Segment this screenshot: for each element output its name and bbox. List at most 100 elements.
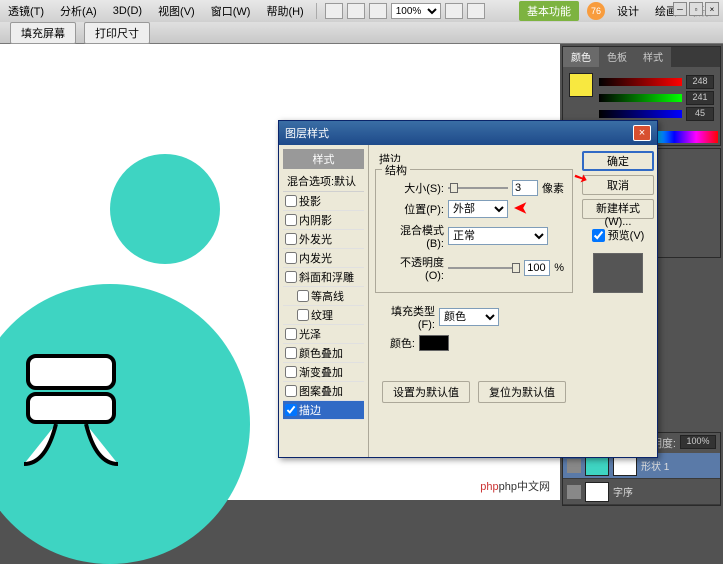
menu-lens[interactable]: 透镜(T) [4, 1, 48, 21]
checkbox[interactable] [592, 229, 605, 242]
checkbox[interactable] [285, 271, 297, 283]
tab-swatch[interactable]: 色板 [599, 47, 635, 67]
style-texture[interactable]: 纹理 [283, 306, 364, 325]
tab-color[interactable]: 颜色 [563, 47, 599, 67]
tab-style[interactable]: 样式 [635, 47, 671, 67]
watermark: phpphp中文网 [474, 476, 556, 496]
preview-checkbox[interactable]: 预览(V) [592, 227, 645, 243]
menu-analyze[interactable]: 分析(A) [56, 1, 101, 21]
tool-icon-1[interactable] [325, 3, 343, 19]
size-input[interactable] [512, 180, 538, 196]
checkbox[interactable] [285, 252, 297, 264]
color-label: 颜色: [375, 335, 415, 351]
checkbox[interactable] [285, 404, 297, 416]
style-inner-shadow[interactable]: 内阴影 [283, 211, 364, 230]
dialog-title: 图层样式 [285, 125, 633, 141]
position-select[interactable]: 外部 [448, 200, 508, 218]
menu-3d[interactable]: 3D(D) [109, 3, 146, 19]
cancel-button[interactable]: 取消 [582, 175, 654, 195]
tool-icon-2[interactable] [445, 3, 463, 19]
doc-icon[interactable] [369, 3, 387, 19]
checkbox[interactable] [285, 328, 297, 340]
b-slider[interactable] [599, 110, 682, 118]
style-stroke[interactable]: 描边 [283, 401, 364, 420]
checkbox[interactable] [285, 233, 297, 245]
layer-thumb[interactable] [585, 456, 609, 476]
checkbox[interactable] [297, 290, 309, 302]
layer-style-dialog: 图层样式 × 样式 混合选项:默认 投影 内阴影 外发光 内发光 斜面和浮雕 等… [278, 120, 658, 458]
structure-label: 结构 [382, 162, 410, 178]
style-inner-glow[interactable]: 内发光 [283, 249, 364, 268]
structure-group: 结构 大小(S): 像素 ➘ 位置(P): 外部 ➤ 混合模式(B): 正常 [375, 169, 573, 293]
size-unit: 像素 [542, 180, 564, 196]
checkbox[interactable] [297, 309, 309, 321]
notification-badge[interactable]: 76 [587, 2, 605, 20]
hand-icon[interactable] [347, 3, 365, 19]
size-label: 大小(S): [384, 180, 444, 196]
opacity-label: 不透明度(O): [384, 254, 444, 282]
text-glyph [10, 344, 140, 474]
layer-mask-thumb[interactable] [613, 456, 637, 476]
fill-select[interactable]: 颜色 [439, 308, 499, 326]
blend-label: 混合模式(B): [384, 222, 444, 250]
style-bevel[interactable]: 斜面和浮雕 [283, 268, 364, 287]
new-style-button[interactable]: 新建样式(W)... [582, 199, 654, 219]
g-value[interactable]: 241 [686, 91, 714, 105]
tool-icon-3[interactable] [467, 3, 485, 19]
blend-select[interactable]: 正常 [448, 227, 548, 245]
stroke-settings: 描边 结构 大小(S): 像素 ➘ 位置(P): 外部 ➤ 混合模式(B): [369, 145, 579, 457]
ok-button[interactable]: 确定 [582, 151, 654, 171]
dialog-titlebar[interactable]: 图层样式 × [279, 121, 657, 145]
b-value[interactable]: 45 [686, 107, 714, 121]
style-contour[interactable]: 等高线 [283, 287, 364, 306]
min-icon[interactable]: ─ [673, 2, 687, 16]
styles-list: 样式 混合选项:默认 投影 内阴影 外发光 内发光 斜面和浮雕 等高线 纹理 光… [279, 145, 369, 457]
eye-icon[interactable] [567, 459, 581, 473]
workspace-design[interactable]: 设计 [613, 1, 643, 21]
fill-label: 填充类型(F): [375, 303, 435, 331]
eye-icon[interactable] [567, 485, 581, 499]
style-color-overlay[interactable]: 颜色叠加 [283, 344, 364, 363]
layer-name: 形状 1 [641, 458, 669, 473]
r-slider[interactable] [599, 78, 682, 86]
r-value[interactable]: 248 [686, 75, 714, 89]
style-drop-shadow[interactable]: 投影 [283, 192, 364, 211]
checkbox[interactable] [285, 214, 297, 226]
opacity-input[interactable]: 100% [680, 435, 716, 449]
styles-header: 样式 [283, 149, 364, 169]
style-outer-glow[interactable]: 外发光 [283, 230, 364, 249]
print-size-button[interactable]: 打印尺寸 [84, 22, 150, 44]
menu-window[interactable]: 窗口(W) [207, 1, 255, 21]
style-pattern-overlay[interactable]: 图案叠加 [283, 382, 364, 401]
size-slider[interactable] [448, 187, 508, 189]
checkbox[interactable] [285, 195, 297, 207]
shape-circle-small [110, 154, 220, 264]
essentials-button[interactable]: 基本功能 [519, 1, 579, 21]
close-icon[interactable]: × [705, 2, 719, 16]
opacity-input[interactable] [524, 260, 550, 276]
checkbox[interactable] [285, 366, 297, 378]
checkbox[interactable] [285, 347, 297, 359]
blending-options[interactable]: 混合选项:默认 [283, 171, 364, 192]
close-button[interactable]: × [633, 125, 651, 141]
set-default-button[interactable]: 设置为默认值 [382, 381, 470, 403]
restore-icon[interactable]: ▫ [689, 2, 703, 16]
layer-thumb[interactable] [585, 482, 609, 502]
zoom-select[interactable]: 100% [391, 3, 441, 19]
menubar: 透镜(T) 分析(A) 3D(D) 视图(V) 窗口(W) 帮助(H) 100%… [0, 0, 723, 22]
layer-row[interactable]: 字序 [563, 479, 720, 505]
dialog-buttons: 确定 取消 新建样式(W)... 预览(V) [579, 145, 657, 457]
g-slider[interactable] [599, 94, 682, 102]
style-gradient-overlay[interactable]: 渐变叠加 [283, 363, 364, 382]
color-fg-bg[interactable] [569, 73, 593, 123]
style-satin[interactable]: 光泽 [283, 325, 364, 344]
toolbar-icons: 100% [325, 3, 485, 19]
color-swatch[interactable] [419, 335, 449, 351]
checkbox[interactable] [285, 385, 297, 397]
menu-view[interactable]: 视图(V) [154, 1, 199, 21]
menu-help[interactable]: 帮助(H) [262, 1, 307, 21]
preview-thumbnail [593, 253, 643, 293]
reset-default-button[interactable]: 复位为默认值 [478, 381, 566, 403]
opacity-slider[interactable] [448, 267, 520, 269]
fill-screen-button[interactable]: 填充屏幕 [10, 22, 76, 44]
